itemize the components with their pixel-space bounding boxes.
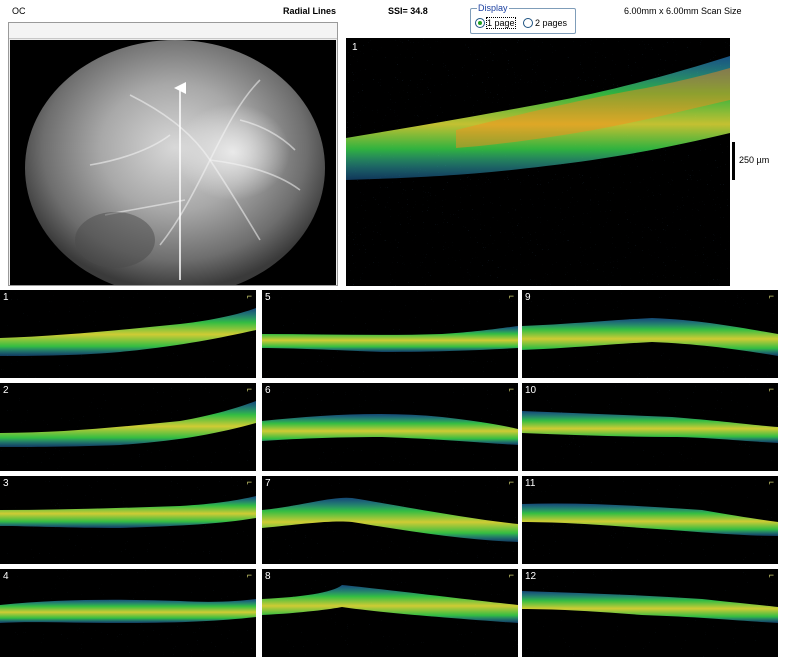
thumbnail-bscan-svg (522, 569, 778, 657)
thumbnail-scan-number: 5 (265, 292, 271, 303)
corner-marker-icon: ⌐ (508, 477, 514, 487)
radio-1-page[interactable]: 1 page (475, 17, 516, 29)
corner-marker-icon: ⌐ (768, 570, 774, 580)
main-bscan: 1 (346, 38, 730, 286)
thumbnail-bscan-svg (262, 383, 518, 471)
scan-size-label: 6.00mm x 6.00mm Scan Size (624, 6, 742, 16)
thumbnail-bscan-svg (0, 569, 256, 657)
display-option-group: Display 1 page 2 pages (470, 3, 576, 34)
main-bscan-svg (346, 38, 730, 286)
bscan-thumbnail[interactable]: 12 ⌐ (522, 569, 778, 657)
bscan-thumbnail[interactable]: 5 ⌐ (262, 290, 518, 378)
radio-1-page-label[interactable]: 1 page (486, 17, 516, 29)
thumbnail-scan-number: 1 (3, 292, 9, 303)
radio-checked-icon[interactable] (475, 18, 485, 28)
fundus-panel (8, 22, 338, 286)
fundus-toolbar (9, 23, 337, 39)
radio-2-pages-label[interactable]: 2 pages (535, 18, 567, 28)
fundus-svg (25, 40, 325, 285)
thumbnail-bscan-svg (262, 476, 518, 564)
corner-marker-icon: ⌐ (246, 384, 252, 394)
thumbnail-bscan-svg (522, 383, 778, 471)
thumbnail-bscan-svg (0, 476, 256, 564)
thumbnail-scan-number: 4 (3, 571, 9, 582)
bscan-thumbnail[interactable]: 4 ⌐ (0, 569, 256, 657)
corner-marker-icon: ⌐ (768, 291, 774, 301)
thumbnail-scan-number: 6 (265, 385, 271, 396)
thumbnail-bscan-svg (262, 569, 518, 657)
eye-label: OC (12, 6, 26, 16)
radio-unchecked-icon[interactable] (523, 18, 533, 28)
scale-bar (732, 142, 735, 180)
main-scan-number: 1 (352, 42, 358, 53)
corner-marker-icon: ⌐ (508, 570, 514, 580)
thumbnail-scan-number: 8 (265, 571, 271, 582)
thumbnail-bscan-svg (262, 290, 518, 378)
thumbnail-scan-number: 9 (525, 292, 531, 303)
thumbnail-scan-number: 12 (525, 571, 537, 582)
bscan-thumbnail[interactable]: 10 ⌐ (522, 383, 778, 471)
scale-label: 250 µm (739, 155, 770, 165)
corner-marker-icon: ⌐ (508, 291, 514, 301)
bscan-thumbnail[interactable]: 3 ⌐ (0, 476, 256, 564)
corner-marker-icon: ⌐ (246, 291, 252, 301)
bscan-thumbnail[interactable]: 6 ⌐ (262, 383, 518, 471)
thumbnail-bscan-svg (522, 476, 778, 564)
thumbnail-scan-number: 2 (3, 385, 9, 396)
bscan-thumbnail[interactable]: 1 ⌐ (0, 290, 256, 378)
thumbnail-bscan-svg (0, 383, 256, 471)
scan-mode-title: Radial Lines (283, 6, 337, 16)
corner-marker-icon: ⌐ (768, 384, 774, 394)
bscan-thumbnail[interactable]: 8 ⌐ (262, 569, 518, 657)
thumbnail-bscan-svg (0, 290, 256, 378)
thumbnail-bscan-svg (522, 290, 778, 378)
ssi-value: SSI= 34.8 (388, 6, 428, 16)
bscan-thumbnail[interactable]: 7 ⌐ (262, 476, 518, 564)
bscan-thumbnail[interactable]: 2 ⌐ (0, 383, 256, 471)
corner-marker-icon: ⌐ (768, 477, 774, 487)
thumbnail-scan-number: 7 (265, 478, 271, 489)
thumbnail-scan-number: 11 (525, 478, 536, 489)
radio-2-pages[interactable]: 2 pages (523, 18, 567, 28)
corner-marker-icon: ⌐ (246, 477, 252, 487)
fundus-image (10, 40, 336, 285)
thumbnail-scan-number: 3 (3, 478, 9, 489)
display-legend: Display (477, 3, 509, 13)
bscan-thumbnail[interactable]: 11 ⌐ (522, 476, 778, 564)
bscan-thumbnail[interactable]: 9 ⌐ (522, 290, 778, 378)
thumbnail-scan-number: 10 (525, 385, 537, 396)
corner-marker-icon: ⌐ (508, 384, 514, 394)
corner-marker-icon: ⌐ (246, 570, 252, 580)
